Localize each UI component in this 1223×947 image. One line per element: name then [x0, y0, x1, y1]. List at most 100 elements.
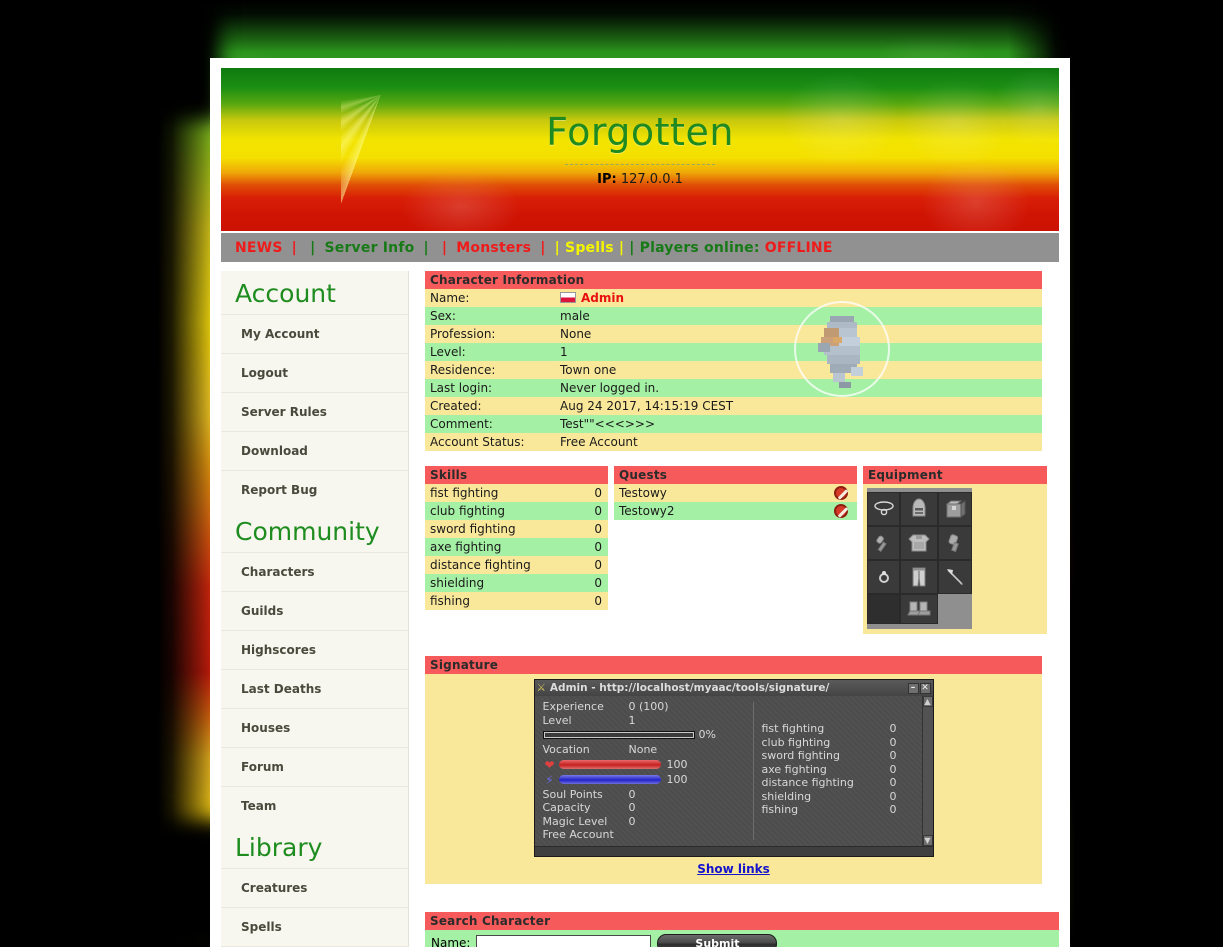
- skill-value: 0: [594, 486, 602, 500]
- sidebar-item-characters[interactable]: Characters: [221, 552, 408, 591]
- sidebar-item-last-deaths[interactable]: Last Deaths: [221, 669, 408, 708]
- arrow-slot[interactable]: [938, 560, 972, 594]
- left-hand-icon: [875, 535, 887, 552]
- row-label: Level:: [430, 345, 466, 359]
- row-label: Sex:: [430, 309, 456, 323]
- table-row: Sex: male: [425, 307, 1042, 325]
- helmet-icon: [912, 498, 926, 517]
- signature-scrollbar[interactable]: ▲ ▼: [921, 696, 933, 846]
- row-value: Town one: [560, 363, 617, 377]
- minimize-button[interactable]: –: [907, 682, 919, 694]
- vocation-value: None: [628, 743, 658, 756]
- row-label: Account Status:: [430, 435, 525, 449]
- legs-slot[interactable]: [900, 560, 938, 594]
- armor-icon: [908, 534, 930, 552]
- players-online-status: OFFLINE: [764, 239, 833, 256]
- sidebar-item-highscores[interactable]: Highscores: [221, 630, 408, 669]
- skill-name: fishing: [761, 803, 799, 816]
- nav-item-monsters[interactable]: Monsters: [456, 240, 531, 256]
- sidebar-item-forum[interactable]: Forum: [221, 747, 408, 786]
- sidebar-item-spells[interactable]: Spells: [221, 907, 408, 946]
- close-button[interactable]: ✕: [919, 682, 931, 694]
- table-row: distance fighting 0: [425, 556, 608, 574]
- row-value: None: [560, 327, 592, 341]
- main-content: Character Information Name: Admin Sex: m…: [409, 271, 1059, 947]
- sidebar-item-houses[interactable]: Houses: [221, 708, 408, 747]
- right-hand-icon: [948, 534, 959, 553]
- skill-name: fist fighting: [430, 486, 499, 500]
- ring-slot[interactable]: [867, 560, 900, 594]
- sidebar-item-my-account[interactable]: My Account: [221, 314, 408, 353]
- right-hand-slot[interactable]: [938, 526, 972, 560]
- server-ip: IP: 127.0.0.1: [221, 172, 1059, 187]
- submit-button[interactable]: Submit: [657, 933, 778, 947]
- skill-name: axe fighting: [761, 762, 827, 776]
- page-title: Forgotten: [546, 110, 734, 154]
- skill-value: 0: [594, 576, 602, 590]
- skill-name: club fighting: [430, 504, 506, 518]
- sidebar: Account My Account Logout Server Rules D…: [221, 271, 409, 947]
- signature-panel: Signature ⚔ Admin - http://localhost/mya…: [425, 656, 1042, 884]
- page-root: Forgotten IP: 127.0.0.1 NEWS | | Server …: [0, 0, 1223, 947]
- sidebar-item-team[interactable]: Team: [221, 786, 408, 825]
- main-navigation[interactable]: NEWS | | Server Info | | Monsters | | Sp…: [221, 233, 1059, 262]
- sidebar-item-logout[interactable]: Logout: [221, 353, 408, 392]
- quests-heading: Quests: [614, 466, 857, 484]
- row-label: Created:: [430, 399, 482, 413]
- signature-skill-row: distance fighting 0: [762, 776, 929, 790]
- nav-item-spells[interactable]: Spells: [565, 240, 614, 256]
- health-row: ❤ 100: [543, 758, 753, 772]
- quest-status-cell: [829, 502, 857, 520]
- signature-window: ⚔ Admin - http://localhost/myaac/tools/s…: [533, 679, 934, 857]
- ring-icon: [878, 571, 889, 583]
- banner-leaf-icon: [921, 160, 1031, 231]
- ip-value: 127.0.0.1: [620, 172, 683, 187]
- skill-value: 0: [594, 522, 602, 536]
- boots-slot[interactable]: [900, 594, 938, 624]
- vocation-row: Vocation None: [543, 743, 753, 757]
- table-row: sword fighting 0: [425, 520, 608, 538]
- sidebar-item-report-bug[interactable]: Report Bug: [221, 470, 408, 509]
- sidebar-item-download[interactable]: Download: [221, 431, 408, 470]
- signature-body: ⚔ Admin - http://localhost/myaac/tools/s…: [425, 674, 1042, 884]
- stat-key: Capacity: [542, 801, 591, 814]
- nav-item-news[interactable]: NEWS: [235, 240, 283, 256]
- stat-row: Experience 0 (100): [543, 700, 753, 714]
- skill-name: fist fighting: [761, 722, 825, 735]
- table-row: Last login: Never logged in.: [425, 379, 1042, 397]
- signature-window-footer: [534, 845, 933, 856]
- character-name: Admin: [581, 291, 625, 305]
- sidebar-item-creatures[interactable]: Creatures: [221, 868, 408, 907]
- sidebar-group-title-account: Account: [235, 279, 336, 308]
- signature-window-body: Experience 0 (100) Level 1 0% Vocation N…: [534, 696, 933, 846]
- search-input[interactable]: [476, 934, 652, 947]
- quests-table: Testowy Testowy2: [614, 484, 857, 520]
- table-row: Level: 1: [425, 343, 1042, 361]
- signature-skill-row: fishing 0: [762, 803, 929, 817]
- empty-slot[interactable]: [867, 594, 900, 624]
- sidebar-item-guilds[interactable]: Guilds: [221, 591, 408, 630]
- scroll-up-icon[interactable]: ▲: [922, 696, 933, 707]
- search-character-form: Name: Submit: [425, 929, 1059, 947]
- table-row: Testowy2: [614, 502, 857, 520]
- skill-value: 0: [594, 558, 602, 572]
- backpack-slot[interactable]: [938, 492, 972, 526]
- necklace-slot[interactable]: [867, 492, 900, 526]
- row-label: Last login:: [430, 381, 493, 395]
- stat-key: Soul Points: [542, 787, 603, 801]
- scroll-down-icon[interactable]: ▼: [922, 834, 933, 846]
- nav-item-server-info[interactable]: Server Info: [324, 240, 414, 256]
- signature-skill-row: fist fighting 0: [762, 722, 929, 736]
- signature-heading: Signature: [425, 656, 1042, 674]
- left-hand-slot[interactable]: [867, 526, 900, 560]
- skills-panel: Skills fist fighting 0 club fighting 0 swo…: [425, 466, 608, 634]
- account-type: Free Account: [542, 828, 614, 841]
- equipment-heading: Equipment: [863, 466, 1047, 484]
- skill-name: axe fighting: [430, 540, 502, 554]
- sidebar-item-server-rules[interactable]: Server Rules: [221, 392, 408, 431]
- armor-slot[interactable]: [900, 526, 938, 560]
- helmet-slot[interactable]: [900, 492, 938, 526]
- quest-name: Testowy2: [619, 504, 675, 518]
- quest-incomplete-icon: [834, 504, 848, 519]
- show-links-link[interactable]: Show links: [697, 862, 770, 876]
